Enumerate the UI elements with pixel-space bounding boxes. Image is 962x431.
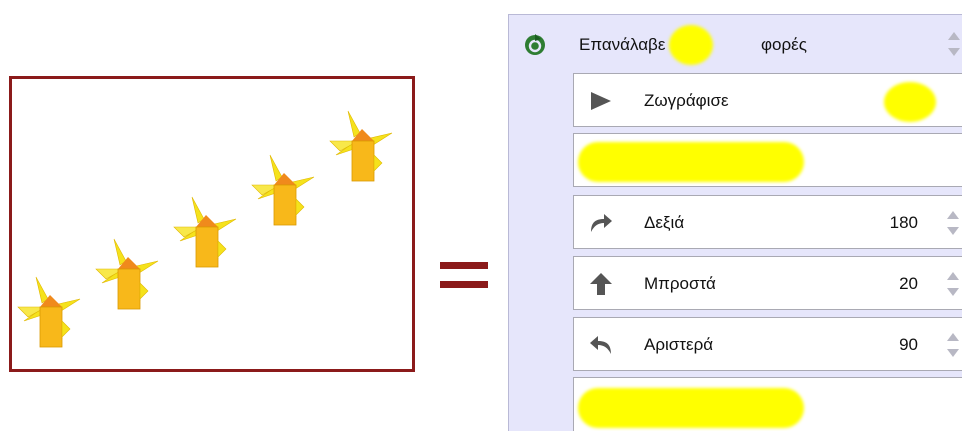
repeat-spinner[interactable] bbox=[947, 29, 961, 59]
draw-label: Ζωγράφισε bbox=[644, 91, 729, 110]
play-icon bbox=[591, 92, 611, 110]
windmill-drawing bbox=[17, 110, 393, 348]
repeat-suffix: φορές bbox=[761, 35, 807, 54]
turn-right-spinner[interactable] bbox=[946, 208, 960, 238]
turn-right-label: Δεξιά bbox=[644, 213, 685, 232]
program-panel: Επανάλαβε φορές Ζωγράφισε Δεξιά 180 Μπρο… bbox=[508, 14, 962, 431]
turn-right-icon bbox=[591, 214, 612, 232]
hidden-draw-value bbox=[884, 82, 936, 122]
turn-left-value[interactable]: 90 bbox=[874, 335, 918, 355]
hidden-repeat-count bbox=[669, 25, 713, 65]
turn-left-block[interactable]: Αριστερά 90 bbox=[573, 317, 962, 371]
repeat-label: Επανάλαβε bbox=[579, 35, 666, 54]
turn-right-value[interactable]: 180 bbox=[874, 213, 918, 233]
drawing-canvas bbox=[9, 76, 415, 372]
arrow-up-icon bbox=[590, 273, 612, 295]
hidden-block-content bbox=[578, 142, 804, 182]
forward-label: Μπροστά bbox=[644, 274, 716, 293]
repeat-block[interactable]: Επανάλαβε φορές bbox=[509, 15, 962, 71]
turn-right-block[interactable]: Δεξιά 180 bbox=[573, 195, 962, 249]
hidden-block-content bbox=[578, 388, 804, 428]
forward-value[interactable]: 20 bbox=[874, 274, 918, 294]
turn-left-icon bbox=[590, 336, 611, 354]
draw-block[interactable]: Ζωγράφισε bbox=[573, 73, 962, 127]
hidden-block[interactable] bbox=[573, 377, 962, 431]
equals-sign bbox=[440, 262, 488, 288]
forward-spinner[interactable] bbox=[946, 269, 960, 299]
hidden-block[interactable] bbox=[573, 133, 962, 187]
turn-left-label: Αριστερά bbox=[644, 335, 714, 354]
forward-block[interactable]: Μπροστά 20 bbox=[573, 256, 962, 310]
repeat-icon bbox=[525, 34, 545, 55]
turn-left-spinner[interactable] bbox=[946, 330, 960, 360]
